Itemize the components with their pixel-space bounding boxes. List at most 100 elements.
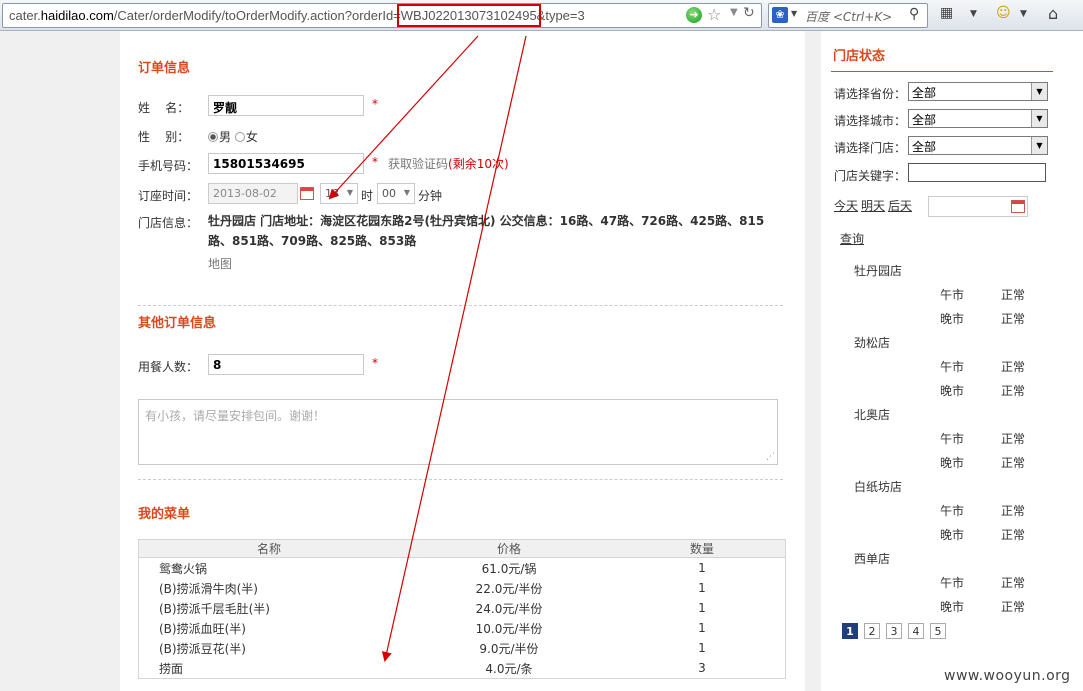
- resize-grip-icon[interactable]: ⋰: [766, 452, 775, 462]
- toolbar-dropdown-icon[interactable]: ▼: [970, 9, 977, 19]
- store-select-label: 请选择门店：: [834, 141, 907, 155]
- diners-input[interactable]: 8: [208, 354, 364, 375]
- phone-label: 手机号码：: [138, 159, 199, 173]
- name-input[interactable]: 罗靓: [208, 95, 364, 116]
- diners-required-mark: *: [372, 356, 378, 370]
- city-select[interactable]: 全部 ▼: [908, 109, 1048, 128]
- store-name: 北奥店: [854, 408, 891, 422]
- refresh-icon[interactable]: ↻: [743, 5, 755, 21]
- dinner-label: 晚市: [940, 384, 965, 398]
- city-label: 请选择城市：: [834, 114, 907, 128]
- gender-male-radio[interactable]: [208, 132, 218, 142]
- dish-qty: 1: [698, 561, 706, 575]
- dinner-status: 正常: [1001, 600, 1026, 614]
- dish-price: 10.0元/半份: [475, 621, 543, 636]
- hour-select[interactable]: 18 ▼: [320, 183, 358, 204]
- dinner-status: 正常: [1001, 528, 1026, 542]
- search-magnifier-icon[interactable]: ⚲: [909, 6, 919, 22]
- dish-price: 22.0元/半份: [475, 581, 543, 596]
- lunch-status: 正常: [1001, 504, 1026, 518]
- screenshot-tool-icon[interactable]: ▦: [940, 5, 953, 21]
- dish-name: (B)捞派血旺(半): [159, 621, 246, 636]
- wooyun-watermark: www.wooyun.org: [944, 668, 1071, 684]
- url-text[interactable]: cater.haidilao.com/Cater/orderModify/toO…: [9, 4, 585, 27]
- gender-male-label[interactable]: 男: [219, 130, 231, 144]
- after-tomorrow-link[interactable]: 后天: [888, 197, 912, 214]
- lunch-label: 午市: [940, 360, 965, 374]
- gender-female-label[interactable]: 女: [246, 130, 258, 144]
- browser-toolbar: cater.haidilao.com/Cater/orderModify/toO…: [0, 0, 1083, 31]
- minute-select[interactable]: 00 ▼: [377, 183, 415, 204]
- minute-dropdown-icon: ▼: [403, 188, 410, 197]
- bookmark-star-icon[interactable]: ☆: [707, 5, 721, 24]
- page-2-button[interactable]: 2: [864, 623, 880, 639]
- baidu-paw-icon[interactable]: ❀: [772, 7, 788, 23]
- store-name: 劲松店: [854, 336, 891, 350]
- go-arrow-icon[interactable]: ➜: [686, 7, 702, 23]
- booking-date-input[interactable]: 2013-08-02: [208, 183, 298, 204]
- page-content: 订单信息 姓 名： 罗靓 * 性 别： 男 女 手机号码： 1580153469…: [0, 31, 1083, 691]
- table-row: (B)捞派千层毛肚(半) 24.0元/半份 1: [139, 598, 786, 618]
- province-value: 全部: [912, 86, 937, 100]
- province-select[interactable]: 全部 ▼: [908, 82, 1048, 101]
- today-link[interactable]: 今天: [834, 197, 858, 214]
- col-name-header: 名称: [138, 539, 399, 558]
- store-name: 牡丹园店: [854, 264, 903, 278]
- query-link[interactable]: 查询: [840, 230, 864, 247]
- lunch-status: 正常: [1001, 360, 1026, 374]
- phone-required-mark: *: [372, 155, 378, 169]
- home-icon[interactable]: ⌂: [1048, 4, 1058, 23]
- lunch-status: 正常: [1001, 288, 1026, 302]
- dish-name: (B)捞派豆花(半): [159, 641, 246, 656]
- history-dropdown-icon[interactable]: ▼: [730, 7, 738, 18]
- other-info-title: 其他订单信息: [138, 316, 217, 331]
- url-host: haidilao.com: [40, 8, 114, 23]
- map-link[interactable]: 地图: [208, 255, 232, 272]
- page-4-button[interactable]: 4: [908, 623, 924, 639]
- keyword-input[interactable]: [908, 163, 1046, 182]
- name-label: 姓 名：: [138, 101, 190, 115]
- calendar-icon[interactable]: [1011, 200, 1025, 213]
- get-verification-code-link[interactable]: 获取验证码: [388, 157, 448, 171]
- store-info-text: 牡丹园店 门店地址：海淀区花园东路2号(牡丹宾馆北) 公交信息：16路、47路、…: [208, 214, 765, 248]
- remaining-attempts: (剩余10次): [448, 157, 509, 171]
- address-bar[interactable]: cater.haidilao.com/Cater/orderModify/toO…: [2, 3, 762, 28]
- dinner-status: 正常: [1001, 384, 1026, 398]
- keyword-label: 门店关键字：: [834, 169, 907, 183]
- lunch-label: 午市: [940, 504, 965, 518]
- gender-label: 性 别：: [138, 130, 190, 144]
- booking-time-label: 订座时间：: [138, 189, 199, 203]
- page-1-button[interactable]: 1: [842, 623, 858, 639]
- order-info-title: 订单信息: [138, 61, 191, 76]
- section-divider: [138, 479, 783, 480]
- url-path: /Cater/orderModify/toOrderModify.action?…: [113, 8, 401, 23]
- search-bar[interactable]: ❀ ▼ 百度 <Ctrl+K> ⚲: [768, 3, 928, 28]
- dish-name: 鸳鸯火锅: [159, 561, 208, 576]
- page-5-button[interactable]: 5: [930, 623, 946, 639]
- city-value: 全部: [912, 113, 937, 127]
- dish-name: 捞面: [159, 661, 184, 676]
- tomorrow-link[interactable]: 明天: [861, 197, 885, 214]
- url-prefix: cater.: [9, 8, 41, 23]
- table-row: (B)捞派血旺(半) 10.0元/半份 1: [139, 618, 786, 638]
- url-order-id-highlight: WBJ022013073102495: [396, 4, 541, 27]
- name-required-mark: *: [372, 97, 378, 111]
- hour-value: 18: [325, 187, 339, 200]
- search-placeholder[interactable]: 百度 <Ctrl+K>: [805, 8, 892, 25]
- addon-dropdown-icon[interactable]: ▼: [1020, 9, 1027, 19]
- hour-dropdown-icon: ▼: [346, 188, 353, 197]
- phone-input[interactable]: 15801534695: [208, 153, 364, 174]
- store-select[interactable]: 全部 ▼: [908, 136, 1048, 155]
- lunch-label: 午市: [940, 576, 965, 590]
- calendar-icon[interactable]: [300, 187, 314, 200]
- order-note-textarea[interactable]: 有小孩，请尽量安排包间。谢谢！ ⋰: [138, 399, 778, 465]
- smiley-addon-icon[interactable]: ☺: [996, 5, 1011, 21]
- search-engine-dropdown-icon[interactable]: ▼: [791, 9, 797, 18]
- lunch-status: 正常: [1001, 432, 1026, 446]
- dinner-status: 正常: [1001, 456, 1026, 470]
- page-3-button[interactable]: 3: [886, 623, 902, 639]
- pagination: 12345: [842, 623, 952, 639]
- dinner-label: 晚市: [940, 528, 965, 542]
- verification-code-hint: 获取验证码(剩余10次): [388, 155, 509, 172]
- gender-female-radio[interactable]: [234, 132, 245, 142]
